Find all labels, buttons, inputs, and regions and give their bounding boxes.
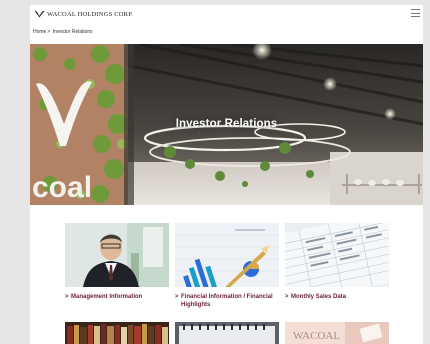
- breadcrumb-separator: >: [47, 29, 51, 35]
- wacoal-brand-photo: WACOAL: [285, 322, 389, 344]
- breadcrumb-current: Investor Relations: [52, 29, 93, 35]
- wacoal-photo-text: WACOAL: [293, 330, 340, 342]
- card-label[interactable]: > Monthly Sales Data: [285, 293, 389, 301]
- management-photo: [65, 223, 169, 287]
- page: WACOAL HOLDINGS CORP. Home> Investor Rel…: [30, 5, 423, 344]
- chevron-right-icon: >: [285, 294, 289, 300]
- card-label[interactable]: > Financial Information / Financial High…: [175, 293, 279, 309]
- hero-sign-text: coal: [32, 171, 92, 204]
- hero-banner: coal Investor Relations: [30, 44, 423, 205]
- card-row2-notebook[interactable]: [175, 322, 279, 344]
- logo-text: WACOAL HOLDINGS CORP.: [47, 10, 134, 18]
- breadcrumb: Home> Investor Relations: [33, 29, 93, 35]
- card-row2-wacoal[interactable]: WACOAL: [285, 322, 389, 344]
- card-label[interactable]: > Management Information: [65, 293, 169, 301]
- breadcrumb-home-link[interactable]: Home: [33, 29, 46, 35]
- card-management-information[interactable]: > Management Information: [65, 223, 169, 301]
- chevron-right-icon: >: [65, 294, 69, 300]
- sales-data-photo: [285, 223, 389, 287]
- site-header: WACOAL HOLDINGS CORP.: [30, 5, 423, 23]
- financial-chart-photo: [175, 223, 279, 287]
- bookshelf-photo: [65, 322, 169, 344]
- card-row2-bookshelf[interactable]: [65, 322, 169, 344]
- hamburger-menu-icon[interactable]: [411, 9, 420, 18]
- card-financial-information[interactable]: > Financial Information / Financial High…: [175, 223, 279, 309]
- wacoal-logo-icon: [34, 10, 45, 18]
- hero-title: Investor Relations: [175, 118, 278, 130]
- chevron-right-icon: >: [175, 294, 179, 300]
- notebook-photo: [175, 322, 279, 344]
- card-monthly-sales-data[interactable]: > Monthly Sales Data: [285, 223, 389, 301]
- company-logo[interactable]: WACOAL HOLDINGS CORP.: [34, 9, 133, 19]
